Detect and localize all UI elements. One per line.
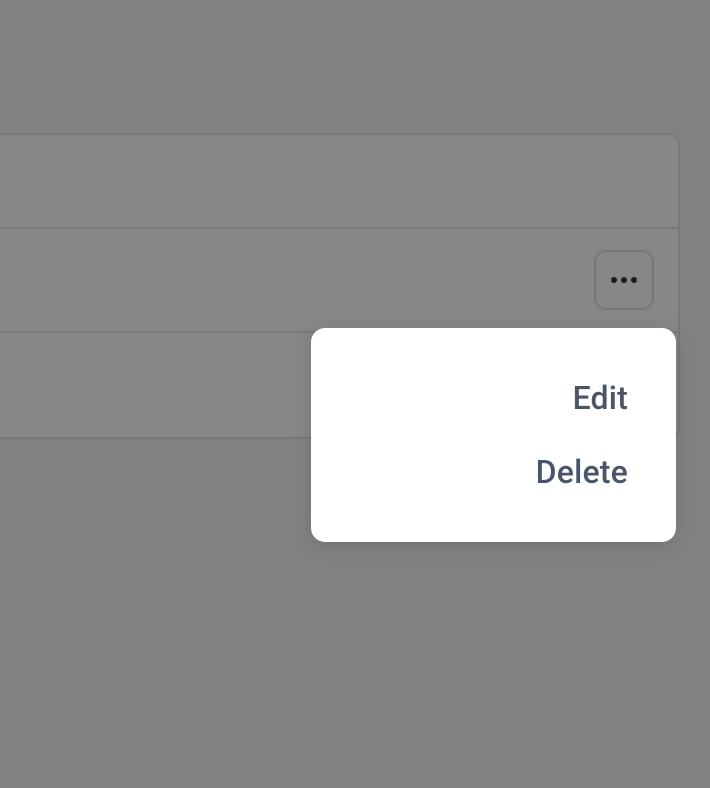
delete-menu-item[interactable]: Delete	[359, 445, 628, 499]
context-menu: Edit Delete	[311, 328, 676, 542]
edit-menu-item[interactable]: Edit	[359, 371, 628, 425]
